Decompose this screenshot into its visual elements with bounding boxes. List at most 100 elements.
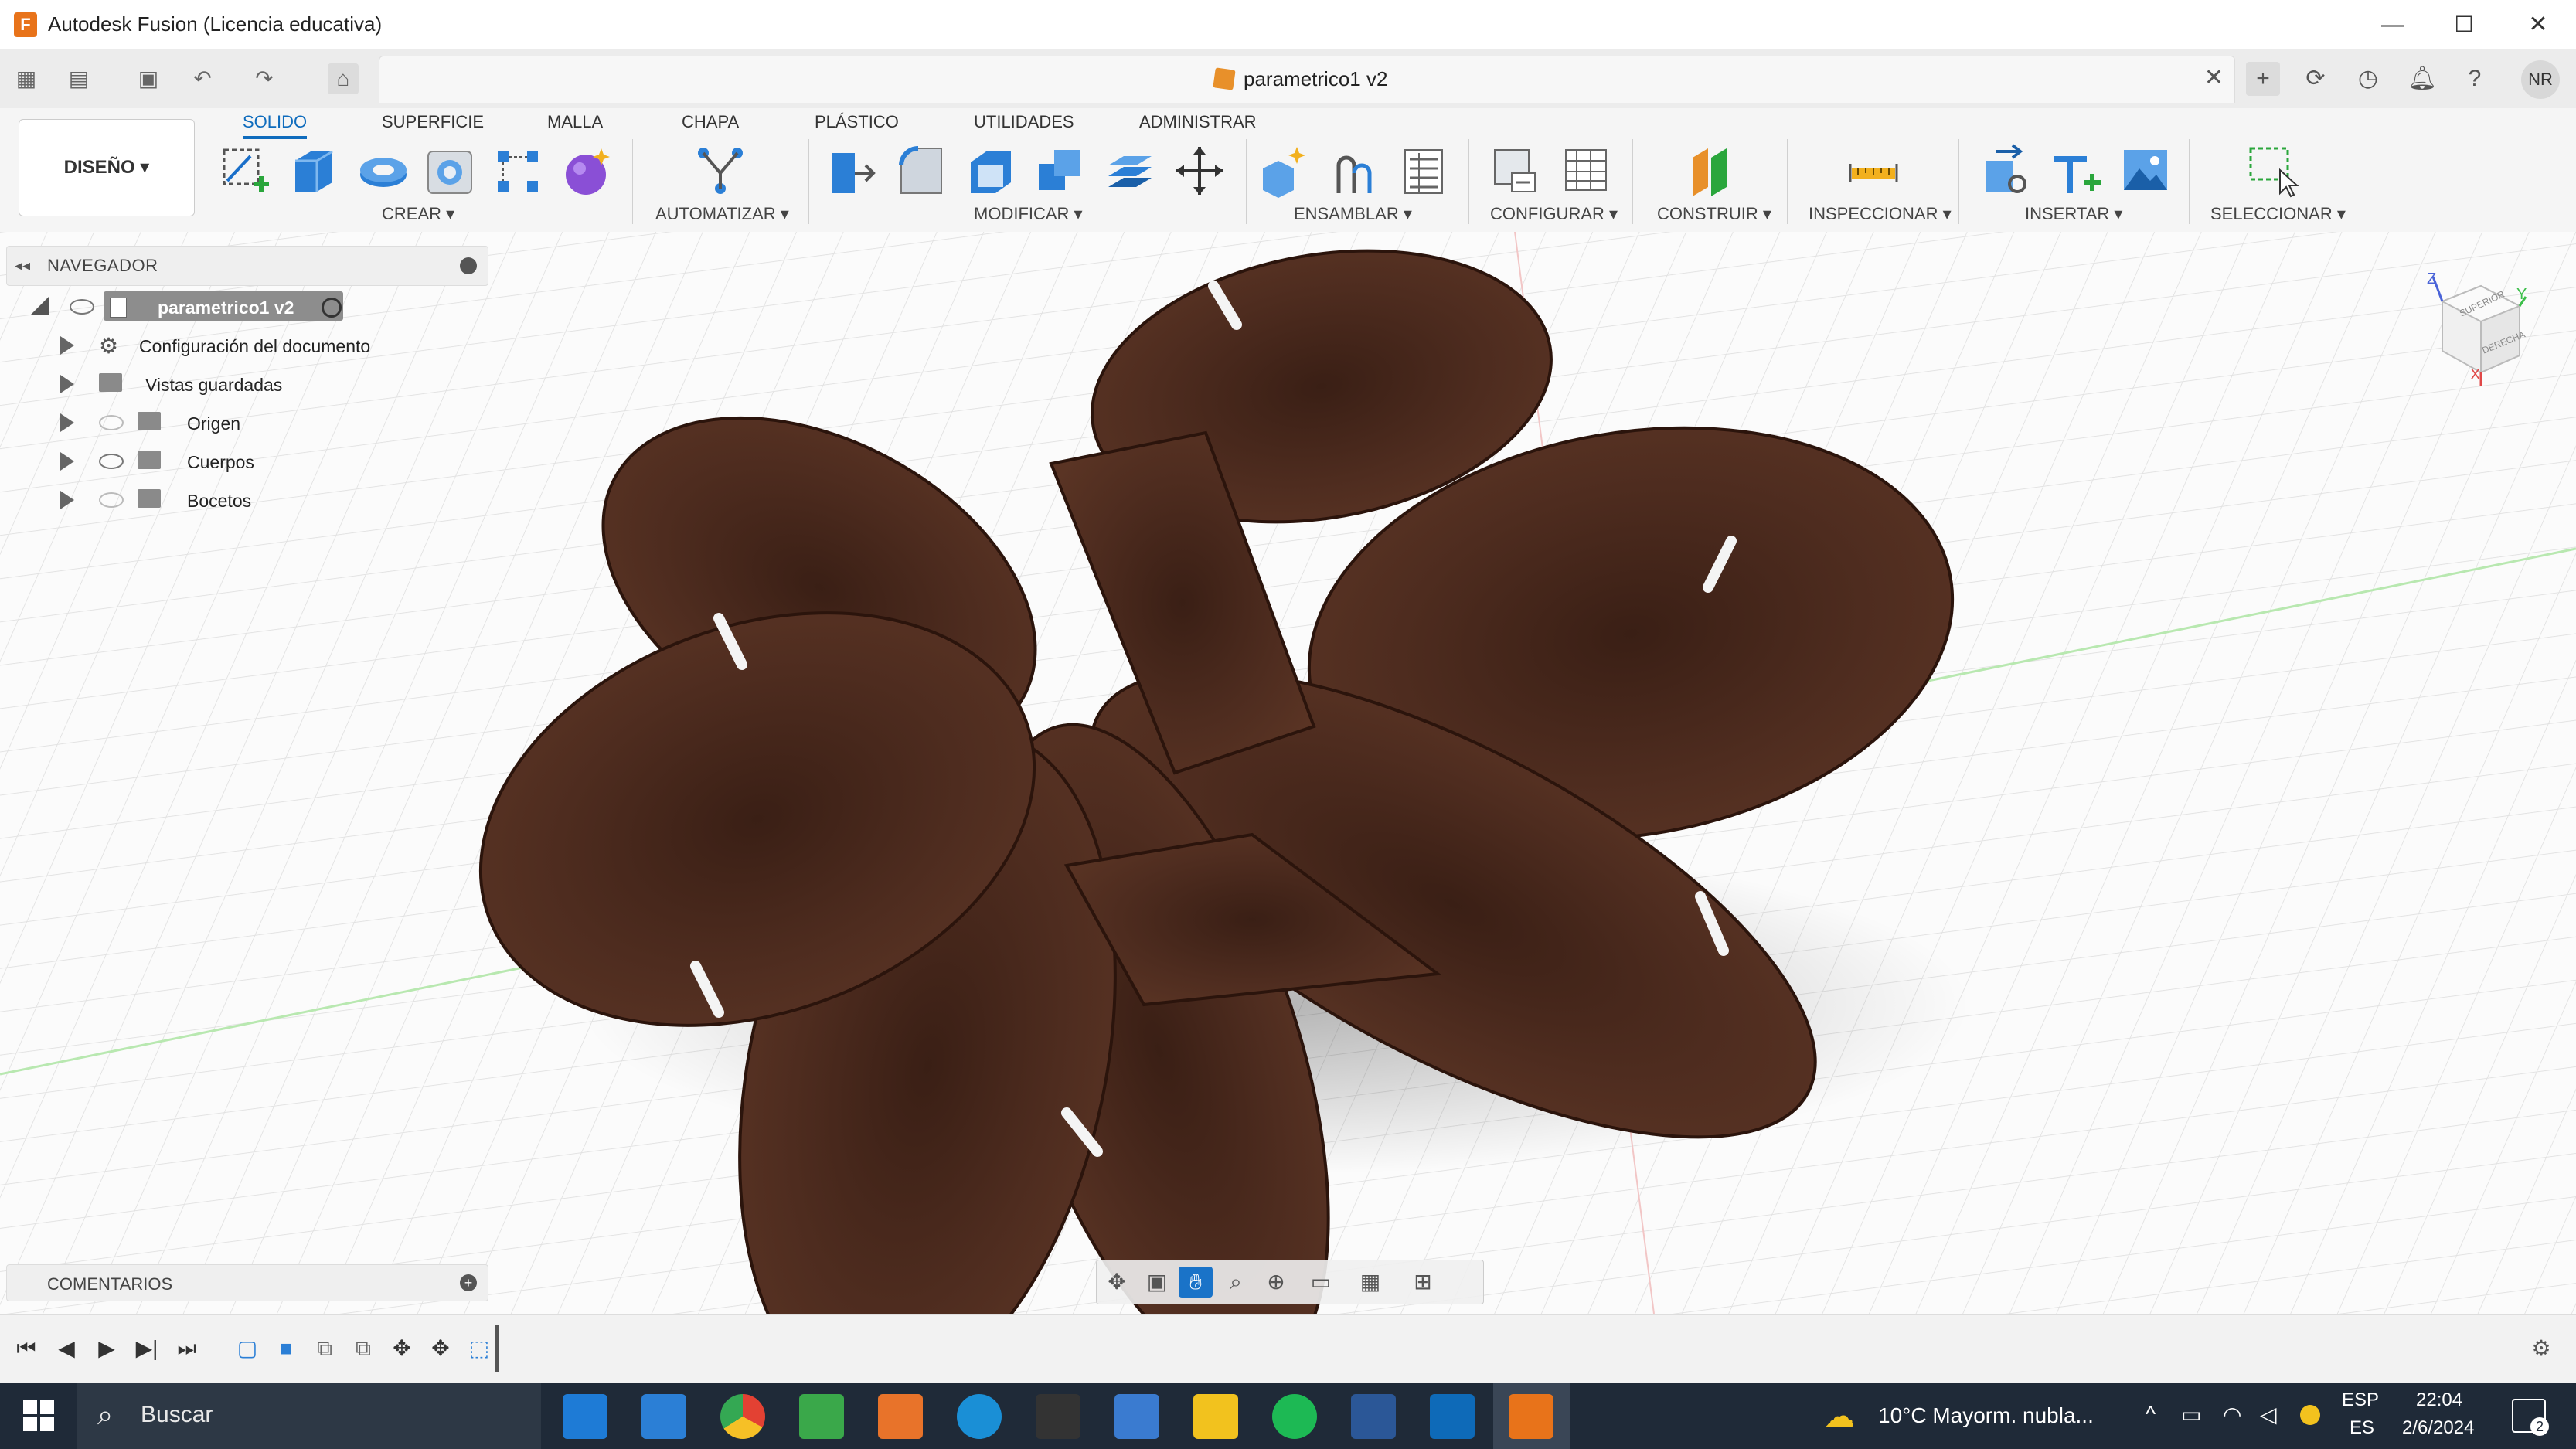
job-status-icon[interactable]: ◷ [2351, 62, 2385, 96]
go-to-end-icon[interactable]: ⏭︎ [172, 1333, 202, 1364]
word-app-icon[interactable] [1351, 1394, 1396, 1439]
wifi-icon[interactable]: ◠ [2223, 1402, 2241, 1427]
document-tab[interactable]: parametrico1 v2 ✕ [379, 56, 2235, 103]
move-copy-icon[interactable] [1173, 142, 1226, 199]
press-pull-icon[interactable] [825, 142, 878, 199]
group-crear[interactable]: CREAR ▾ [382, 204, 454, 224]
apps-grid-icon[interactable]: ▦ [11, 63, 42, 94]
tab-malla[interactable]: MALLA [547, 108, 603, 136]
timeline-select-icon[interactable]: ⬚ [464, 1333, 495, 1364]
weather-text[interactable]: 10°C Mayorm. nubla... [1878, 1403, 2094, 1428]
configuration-table-icon[interactable] [1560, 142, 1612, 199]
navigator-pin-icon[interactable] [460, 257, 477, 274]
add-comment-icon[interactable]: + [460, 1274, 477, 1291]
step-forward-icon[interactable]: ▶| [131, 1333, 162, 1364]
tab-superficie[interactable]: SUPERFICIE [382, 108, 484, 136]
status-icon[interactable] [2300, 1405, 2320, 1425]
maps-app-icon[interactable] [799, 1394, 844, 1439]
clock-date[interactable]: 2/6/2024 [2402, 1417, 2474, 1439]
undo-icon[interactable]: ↶ [187, 63, 218, 94]
step-back-icon[interactable]: ◀ [51, 1333, 82, 1364]
volume-icon[interactable]: ◁ [2260, 1402, 2277, 1427]
expand-collapse-icon[interactable] [31, 296, 49, 315]
timeline-move-icon[interactable]: ✥ [386, 1333, 417, 1364]
timeline-move-icon[interactable]: ✥ [425, 1333, 456, 1364]
shell-icon[interactable] [965, 142, 1017, 199]
notification-center-icon[interactable]: 2 [2512, 1399, 2549, 1436]
measure-icon[interactable] [1847, 142, 1900, 199]
navigator-item-origin[interactable]: Origen [31, 406, 417, 441]
extensions-icon[interactable]: ⟳ [2299, 62, 2333, 96]
insert-mcmaster-icon[interactable] [2050, 142, 2102, 199]
extrude-icon[interactable] [288, 142, 340, 199]
group-modificar[interactable]: MODIFICAR ▾ [974, 204, 1083, 224]
timeline-extrude-icon[interactable]: ■ [271, 1333, 301, 1364]
select-icon[interactable] [2246, 142, 2299, 199]
navigator-root[interactable]: parametrico1 v2 [31, 290, 356, 325]
visibility-eye-icon[interactable] [70, 299, 94, 315]
timeline-pattern-icon[interactable]: ⧉ [348, 1333, 379, 1364]
grid-settings-icon[interactable]: ▦ [1353, 1267, 1387, 1298]
viewcube[interactable]: SUPERIOR DERECHA Z Y X [2427, 270, 2527, 386]
new-component-icon[interactable] [1258, 142, 1311, 199]
meet-now-icon[interactable]: ▭ [2181, 1402, 2201, 1427]
clock-time[interactable]: 22:04 [2416, 1389, 2462, 1411]
timeline-marker[interactable] [495, 1325, 499, 1372]
new-tab-icon[interactable]: + [2246, 62, 2280, 96]
display-settings-icon[interactable]: ▭ [1304, 1267, 1338, 1298]
taskbar-search[interactable]: ⌕ Buscar [77, 1383, 541, 1449]
tab-administrar[interactable]: ADMINISTRAR [1139, 108, 1257, 136]
inkscape-app-icon[interactable] [1036, 1394, 1080, 1439]
expand-icon[interactable] [60, 452, 74, 471]
browser-navigator-header[interactable]: ◂◂ NAVEGADOR [6, 246, 488, 286]
pan-icon[interactable]: ✋︎ [1179, 1267, 1213, 1298]
spotify-app-icon[interactable] [1272, 1394, 1317, 1439]
activate-radio-icon[interactable] [322, 298, 342, 318]
tab-solido[interactable]: SOLIDO [243, 108, 308, 139]
combine-icon[interactable] [1034, 142, 1087, 199]
expand-icon[interactable] [60, 375, 74, 393]
timeline-pattern-icon[interactable]: ⧉ [309, 1333, 340, 1364]
orbit-icon[interactable]: ✥ [1100, 1267, 1134, 1298]
hidden-eye-icon[interactable] [99, 415, 124, 430]
expand-icon[interactable] [60, 413, 74, 432]
group-insertar[interactable]: INSERTAR ▾ [2025, 204, 2122, 224]
joint-icon[interactable] [1328, 142, 1380, 199]
mail-app-icon[interactable] [563, 1394, 607, 1439]
play-icon[interactable]: ▶ [91, 1333, 122, 1364]
navigator-item-document-settings[interactable]: ⚙ Configuración del documento [31, 328, 417, 364]
navigator-item-sketches[interactable]: Bocetos [31, 483, 417, 519]
hidden-eye-icon[interactable] [99, 492, 124, 508]
close-window-button[interactable]: ✕ [2515, 8, 2561, 42]
brave-app-icon[interactable] [878, 1394, 923, 1439]
close-document-icon[interactable]: ✕ [2204, 64, 2224, 91]
help-icon[interactable]: ? [2458, 62, 2492, 96]
user-avatar[interactable]: NR [2521, 60, 2560, 99]
look-at-icon[interactable]: ▣ [1140, 1267, 1174, 1298]
vscode-app-icon[interactable] [1430, 1394, 1475, 1439]
chrome-app-icon[interactable] [720, 1394, 765, 1439]
store-app-icon[interactable] [641, 1394, 686, 1439]
python-app-icon[interactable] [1114, 1394, 1159, 1439]
go-to-start-icon[interactable]: ⏮︎ [11, 1333, 42, 1364]
group-construir[interactable]: CONSTRUIR ▾ [1657, 204, 1771, 224]
hole-icon[interactable] [424, 142, 476, 199]
language-secondary[interactable]: ES [2350, 1417, 2374, 1439]
home-icon[interactable]: ⌂ [328, 63, 359, 94]
fusion-taskbar-icon[interactable] [1509, 1394, 1553, 1439]
revolve-icon[interactable] [357, 142, 410, 199]
timeline-settings-icon[interactable]: ⚙ [2526, 1333, 2557, 1364]
zoom-icon[interactable]: ⌕ [1219, 1267, 1253, 1298]
insert-canvas-icon[interactable] [2119, 142, 2172, 199]
pattern-icon[interactable] [492, 142, 544, 199]
group-seleccionar[interactable]: SELECCIONAR ▾ [2210, 204, 2346, 224]
tab-utilidades[interactable]: UTILIDADES [974, 108, 1074, 136]
group-ensamblar[interactable]: ENSAMBLAR ▾ [1294, 204, 1412, 224]
tab-chapa[interactable]: CHAPA [682, 108, 739, 136]
navigator-item-bodies[interactable]: Cuerpos [31, 444, 417, 480]
collapse-panel-icon[interactable]: ◂◂ [15, 256, 30, 275]
expand-icon[interactable] [60, 491, 74, 509]
redo-icon[interactable]: ↷ [249, 63, 280, 94]
viewports-icon[interactable]: ⊞ [1406, 1267, 1440, 1298]
save-icon[interactable]: ▣ [133, 63, 164, 94]
